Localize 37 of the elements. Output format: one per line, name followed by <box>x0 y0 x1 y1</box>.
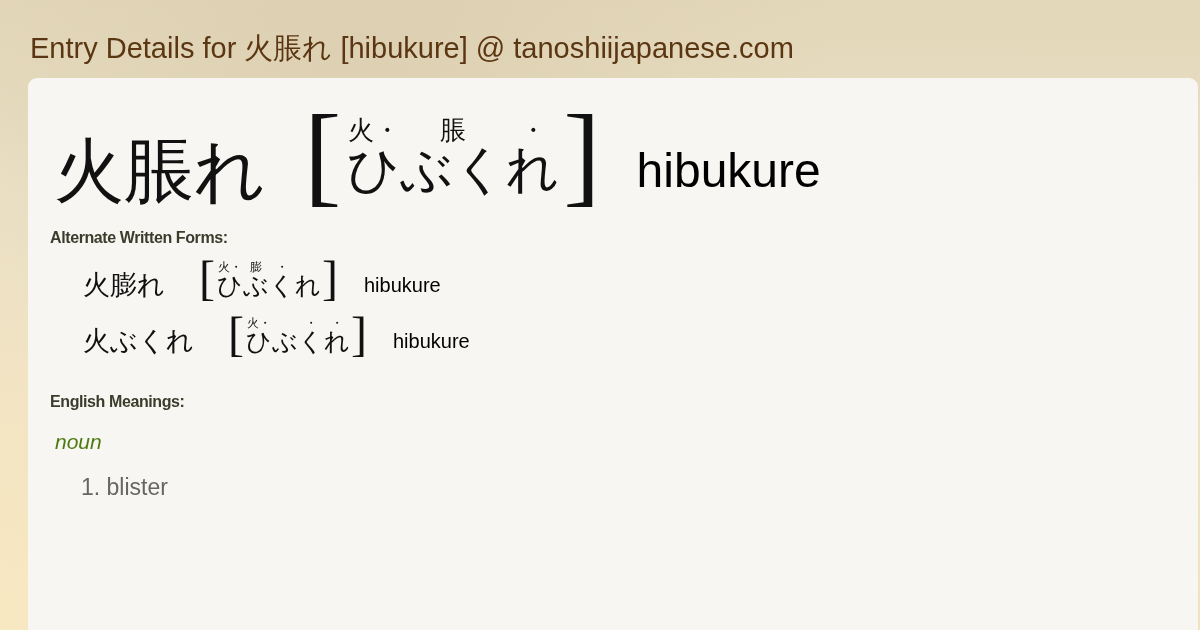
bracket-text: ] <box>563 97 601 210</box>
romaji-text: hibukure <box>363 274 441 296</box>
kana-reading-text: れ <box>324 329 350 355</box>
kana-reading-text: れ <box>295 273 321 299</box>
definition-text: 1. blister <box>81 474 169 502</box>
romaji-text: hibukure <box>636 145 821 199</box>
kana-reading-text: ぶく <box>400 142 507 195</box>
kanji-annotation-text: ・ <box>276 261 288 274</box>
page-title: Entry Details for 火脹れ [hibukure] @ tanoshiijapanese.com <box>29 31 795 66</box>
bracket-text: ] <box>351 310 367 358</box>
kana-reading-text: ひ <box>347 142 401 195</box>
kanji-annotation-text: ・ <box>519 116 546 143</box>
kana-reading-text: く <box>269 273 295 299</box>
bracket-text: [ <box>304 97 342 210</box>
kanji-annotation-text: ・ <box>305 317 317 330</box>
kanji-annotation-text: 脹 <box>440 116 467 143</box>
part-of-speech-text: noun <box>55 429 103 455</box>
kana-reading-text: ぶ <box>243 273 269 299</box>
section-heading: Alternate Written Forms: <box>50 227 229 247</box>
romaji-text: hibukure <box>392 330 470 352</box>
kanji-annotation-text: ・ <box>331 317 343 330</box>
kana-reading-text: ひ <box>246 329 272 355</box>
headword-text: 火膨れ <box>83 271 165 299</box>
kanji-annotation-text: 火・ <box>347 116 400 143</box>
kana-reading-text: ひ <box>217 273 243 299</box>
kanji-annotation-text: 火・ <box>218 261 242 274</box>
bracket-text: [ <box>199 254 215 302</box>
section-heading: English Meanings: <box>50 392 186 412</box>
kana-reading-text: れ <box>506 142 560 195</box>
headword-text: 火脹れ <box>54 135 266 206</box>
kanji-annotation-text: 膨 <box>250 261 262 274</box>
kana-reading-text: く <box>298 329 324 355</box>
kana-reading-text: ぶ <box>272 329 298 355</box>
kanji-annotation-text: 火・ <box>247 317 271 330</box>
bracket-text: ] <box>322 254 338 302</box>
bracket-text: [ <box>228 310 244 358</box>
headword-text: 火ぶくれ <box>83 327 194 355</box>
